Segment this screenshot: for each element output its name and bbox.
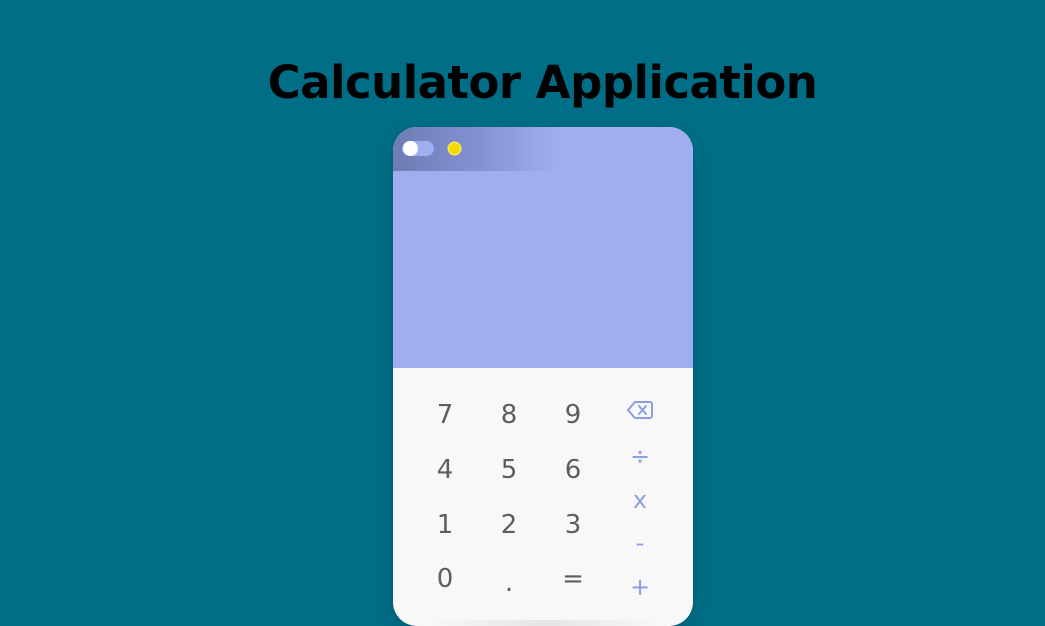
page-title: Calculator Application (267, 56, 818, 109)
key-7[interactable]: 7 (420, 395, 470, 435)
top-bar (393, 127, 693, 171)
divide-button[interactable]: ÷ (615, 436, 665, 476)
sun-icon (449, 143, 460, 154)
toggle-knob (403, 141, 418, 156)
key-9[interactable]: 9 (548, 395, 598, 435)
decimal-button[interactable]: . (484, 563, 534, 603)
add-button[interactable]: + (615, 567, 665, 607)
keypad: 7 8 9 4 5 6 ÷ 1 2 3 x 0 . = - + (393, 368, 693, 626)
key-1[interactable]: 1 (420, 505, 470, 545)
key-4[interactable]: 4 (420, 450, 470, 490)
key-5[interactable]: 5 (484, 450, 534, 490)
calculator-shadow (430, 620, 660, 626)
backspace-icon (627, 401, 653, 419)
key-8[interactable]: 8 (484, 395, 534, 435)
multiply-button[interactable]: x (615, 480, 665, 520)
key-6[interactable]: 6 (548, 450, 598, 490)
display-panel (393, 127, 693, 368)
equals-button[interactable]: = (548, 559, 598, 599)
key-2[interactable]: 2 (484, 505, 534, 545)
page: Calculator Application 7 8 9 4 5 6 ÷ 1 2… (0, 0, 1045, 626)
subtract-button[interactable]: - (615, 523, 665, 563)
key-3[interactable]: 3 (548, 505, 598, 545)
backspace-button[interactable] (615, 390, 665, 430)
key-0[interactable]: 0 (420, 559, 470, 599)
calculator: 7 8 9 4 5 6 ÷ 1 2 3 x 0 . = - + (393, 127, 693, 626)
theme-toggle[interactable] (402, 141, 434, 156)
